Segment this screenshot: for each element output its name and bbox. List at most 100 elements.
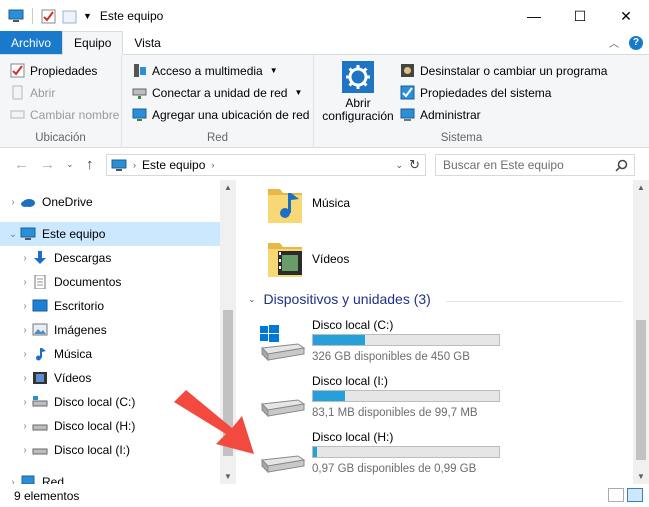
drive-usage-bar (312, 446, 500, 458)
expand-chevron-icon[interactable]: › (6, 197, 20, 208)
uninstall-program-label: Desinstalar o cambiar un programa (420, 63, 608, 78)
add-network-location-button[interactable]: Agregar una ubicación de red (132, 107, 309, 122)
map-network-drive-button[interactable]: Conectar a unidad de red ▼ (132, 85, 302, 100)
drive-name: Disco local (C:) (312, 318, 394, 332)
media-access-button[interactable]: Acceso a multimedia ▼ (132, 63, 278, 78)
breadcrumb-chevron-icon[interactable]: › (133, 160, 136, 170)
scroll-up-arrow-icon[interactable]: ▲ (220, 183, 236, 192)
expand-chevron-icon[interactable]: › (18, 325, 32, 336)
folder-item-videos[interactable]: Vídeos (266, 236, 626, 280)
computer-icon[interactable] (8, 9, 24, 23)
expand-chevron-icon[interactable]: › (18, 349, 32, 360)
tab-equipo[interactable]: Equipo (62, 31, 124, 55)
close-button[interactable]: ✕ (603, 0, 649, 32)
address-bar[interactable]: › Este equipo › ⌄ ↻ (106, 154, 426, 176)
expand-ribbon-chevron-icon[interactable]: ︿ (609, 35, 619, 50)
window-title: Este equipo (99, 9, 164, 23)
windows-drive-icon (260, 325, 306, 362)
computer-icon (20, 227, 36, 240)
new-folder-icon[interactable] (62, 9, 77, 24)
scroll-down-arrow-icon[interactable]: ▼ (633, 472, 649, 481)
large-icons-view-icon[interactable] (627, 488, 643, 502)
up-arrow-icon[interactable]: ↑ (86, 156, 94, 173)
content-pane-scrollbar[interactable]: ▲ ▼ (633, 180, 649, 484)
drive-icon (260, 399, 306, 418)
open-settings-button[interactable]: Abrir configuración (320, 61, 396, 127)
scrollbar-thumb[interactable] (636, 320, 646, 460)
nav-item-descargas[interactable]: › Descargas (0, 246, 220, 270)
refresh-icon[interactable]: ↻ (409, 157, 420, 173)
expand-chevron-icon[interactable]: › (18, 277, 32, 288)
expand-chevron-icon[interactable]: › (18, 301, 32, 312)
nav-item-label: Música (54, 347, 93, 361)
minimize-button[interactable]: — (511, 0, 557, 32)
ribbon: Propiedades Abrir Cambiar nombre Ubicaci… (0, 55, 649, 148)
drive-item-h[interactable]: Disco local (H:) 0,97 GB disponibles de … (236, 430, 633, 484)
expand-chevron-icon[interactable]: › (6, 477, 20, 485)
properties-button[interactable]: Propiedades (10, 63, 97, 78)
nav-item-label: Disco local (I:) (54, 443, 131, 457)
drive-name: Disco local (I:) (312, 374, 389, 388)
nav-item-documentos[interactable]: › Documentos (0, 270, 220, 294)
breadcrumb-chevron-icon[interactable]: › (211, 160, 214, 170)
customize-toolbar-chevron-icon[interactable]: ▼ (83, 11, 92, 21)
open-label: Abrir (30, 85, 56, 100)
search-input[interactable]: Buscar en Este equipo (435, 154, 635, 176)
section-collapse-chevron-icon[interactable]: ⌄ (248, 294, 256, 305)
nav-item-imagenes[interactable]: › Imágenes (0, 318, 220, 342)
manage-button[interactable]: Administrar (400, 107, 481, 122)
search-icon[interactable] (615, 159, 628, 172)
nav-item-escritorio[interactable]: › Escritorio (0, 294, 220, 318)
expand-chevron-icon[interactable]: › (18, 421, 32, 432)
recent-locations-chevron-icon[interactable]: ⌄ (66, 159, 74, 170)
nav-item-onedrive[interactable]: › OneDrive (0, 190, 220, 214)
dropdown-caret-icon: ▼ (269, 66, 278, 75)
help-icon[interactable]: ? (629, 35, 643, 50)
tab-archivo[interactable]: Archivo (0, 31, 63, 54)
nav-item-videos[interactable]: › Vídeos (0, 366, 220, 390)
drive-item-c[interactable]: Disco local (C:) 326 GB disponibles de 4… (236, 318, 633, 376)
folder-item-musica[interactable]: Música (266, 182, 626, 226)
breadcrumb-este-equipo[interactable]: Este equipo (142, 158, 205, 172)
nav-item-red[interactable]: › Red (0, 470, 220, 484)
system-properties-button[interactable]: Propiedades del sistema (400, 85, 551, 100)
status-bar: 9 elementos (0, 484, 649, 507)
properties-label: Propiedades (30, 63, 98, 78)
group-label-ubicacion: Ubicación (35, 132, 86, 144)
devices-section-header[interactable]: ⌄ Dispositivos y unidades (3) (248, 291, 431, 307)
scroll-down-arrow-icon[interactable]: ▼ (220, 472, 236, 481)
drive-item-i[interactable]: Disco local (I:) 83,1 MB disponibles de … (236, 374, 633, 432)
uninstall-program-button[interactable]: Desinstalar o cambiar un programa (400, 63, 607, 78)
media-access-label: Acceso a multimedia (152, 63, 263, 78)
address-history-chevron-icon[interactable]: ⌄ (395, 160, 403, 171)
forward-arrow-icon[interactable]: → (40, 156, 55, 173)
properties-icon (10, 63, 25, 78)
navigation-bar: ← → ⌄ ↑ › Este equipo › ⌄ ↻ Buscar en Es… (0, 148, 649, 180)
section-divider (446, 301, 622, 302)
tab-vista[interactable]: Vista (123, 31, 171, 54)
pictures-icon (32, 323, 48, 336)
documents-icon (34, 275, 46, 289)
group-label-sistema: Sistema (440, 132, 483, 144)
nav-item-musica[interactable]: › Música (0, 342, 220, 366)
details-view-icon[interactable] (608, 488, 624, 502)
nav-item-label: Este equipo (42, 227, 106, 241)
expand-chevron-icon[interactable]: › (18, 445, 32, 456)
scroll-up-arrow-icon[interactable]: ▲ (633, 183, 649, 192)
open-button[interactable]: Abrir (10, 85, 55, 100)
properties-check-icon[interactable] (41, 9, 56, 24)
system-properties-label: Propiedades del sistema (420, 85, 552, 100)
nav-item-este-equipo[interactable]: ⌄ Este equipo (0, 222, 220, 246)
rename-button[interactable]: Cambiar nombre (10, 107, 119, 122)
window-controls: — ☐ ✕ (511, 0, 649, 32)
expand-chevron-icon[interactable]: › (18, 397, 32, 408)
expand-chevron-icon[interactable]: › (18, 373, 32, 384)
back-arrow-icon[interactable]: ← (14, 156, 29, 173)
maximize-button[interactable]: ☐ (557, 0, 603, 32)
drive-icon (260, 455, 306, 474)
drive-name: Disco local (H:) (312, 430, 394, 444)
expand-chevron-icon[interactable]: › (18, 253, 32, 264)
collapse-chevron-icon[interactable]: ⌄ (6, 229, 20, 240)
download-icon (34, 251, 46, 264)
network-location-icon (132, 108, 147, 121)
